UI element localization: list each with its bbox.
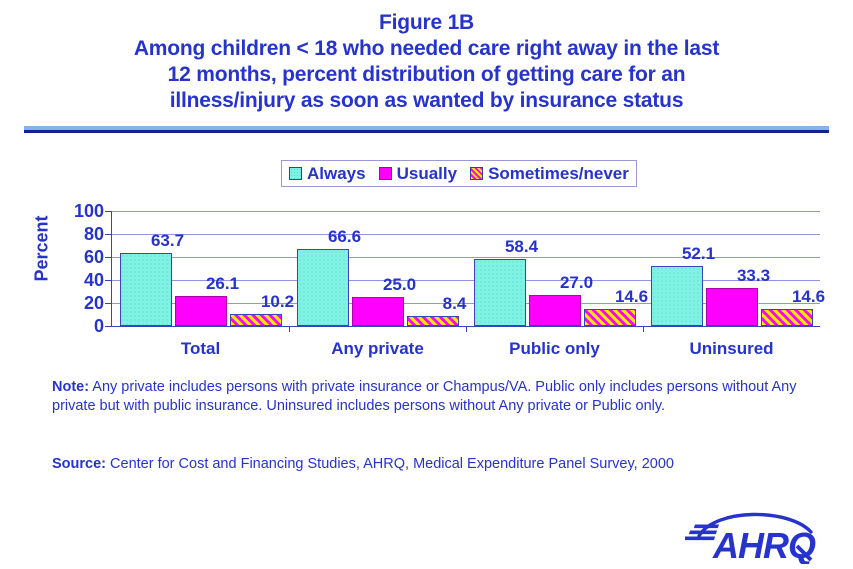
bar-total-usually: [174, 296, 227, 326]
x-axis-tick: [643, 326, 644, 332]
y-axis-tick-labels: 0 20 40 60 80 100: [52, 202, 104, 335]
usually-swatch-icon: [378, 167, 392, 180]
figure-title-line-3: 12 months, percent distribution of getti…: [167, 63, 686, 86]
x-axis-line: [111, 326, 820, 327]
divider-dark-band: [24, 130, 829, 133]
y-axis-tick: [105, 211, 112, 212]
note-body: Any private includes persons with privat…: [52, 379, 797, 414]
bar-value-label: 27.0: [559, 272, 594, 292]
note-text: Note: Any private includes persons with …: [52, 378, 812, 416]
plot-area: 63.7 26.1 10.2 66.6 25.0 8.4 58.4 27.0 14.6 52.1 3…: [105, 211, 825, 332]
bar-value-label: 52.1: [681, 244, 716, 264]
gridline: [112, 280, 820, 281]
bar-value-label: 10.2: [260, 292, 295, 312]
y-axis-tick-label: 0: [93, 316, 104, 336]
legend-label-usually: Usually: [396, 163, 458, 183]
bar-any-private-sometimes-never: [406, 316, 459, 326]
bar-value-label: 58.4: [504, 236, 539, 256]
bar-any-private-always: [296, 249, 349, 326]
chart-legend: Always Usually Sometimes/never: [281, 160, 637, 187]
y-axis-tick: [105, 280, 112, 281]
title-divider: [24, 126, 829, 133]
figure-title-line-2: Among children < 18 who needed care righ…: [133, 37, 720, 60]
bar-public-only-always: [473, 258, 526, 326]
bar-any-private-usually: [351, 297, 404, 326]
legend-label-sometimes-never: Sometimes/never: [488, 163, 629, 183]
bar-uninsured-always: [650, 266, 703, 326]
always-swatch-icon: [289, 167, 302, 180]
bar-public-only-sometimes-never: [583, 309, 636, 326]
x-axis-tick: [466, 326, 467, 332]
y-axis-tick-label: 60: [83, 247, 104, 267]
y-axis-tick-label: 40: [83, 270, 104, 290]
bar-value-label: 63.7: [150, 230, 185, 250]
note-label: Note:: [52, 379, 90, 395]
figure-title: Figure 1B Among children < 18 who needed…: [0, 10, 853, 114]
legend-item-always: Always: [289, 164, 366, 184]
y-axis-tick: [105, 303, 112, 304]
sometimes-never-swatch-icon: [470, 167, 484, 180]
bar-total-always: [119, 252, 172, 326]
x-axis-category-label: Any private: [331, 339, 424, 358]
svg-text:AHRQ: AHRQ: [712, 525, 816, 564]
bar-total-sometimes-never: [229, 314, 282, 326]
x-axis-tick: [289, 326, 290, 332]
bar-uninsured-sometimes-never: [760, 309, 813, 326]
bar-value-label: 25.0: [382, 275, 417, 295]
x-axis-category-label: Total: [180, 339, 221, 358]
y-axis-tick-label: 80: [83, 224, 104, 244]
source-text: Source: Center for Cost and Financing St…: [52, 455, 822, 474]
gridline: [112, 257, 820, 258]
ahrq-logo-icon: AHRQ: [683, 512, 817, 566]
figure-title-line-4: illness/injury as soon as wanted by insu…: [169, 89, 684, 112]
y-axis-tick: [105, 326, 112, 327]
y-axis-line: [111, 211, 112, 326]
legend-item-usually: Usually: [378, 163, 458, 184]
y-axis-tick: [105, 257, 112, 258]
bar-public-only-usually: [528, 294, 581, 326]
gridline: [112, 211, 820, 212]
y-axis-tick-label: 20: [83, 293, 104, 313]
bar-value-label: 14.6: [791, 287, 826, 307]
y-axis-tick: [105, 234, 112, 235]
bar-value-label: 8.4: [442, 294, 467, 314]
legend-item-sometimes-never: Sometimes/never: [470, 164, 629, 184]
bar-value-label: 66.6: [327, 227, 362, 247]
source-body: Center for Cost and Financing Studies, A…: [106, 456, 674, 472]
bar-value-label: 14.6: [614, 287, 649, 307]
bar-uninsured-usually: [705, 287, 758, 326]
source-label: Source:: [52, 456, 106, 472]
x-axis-category-label: Uninsured: [689, 339, 774, 358]
y-axis-tick-label: 100: [73, 201, 104, 221]
bar-value-label: 26.1: [205, 273, 240, 293]
figure-title-line-1: Figure 1B: [378, 11, 475, 34]
gridline: [112, 303, 820, 304]
bar-value-label: 33.3: [736, 265, 771, 285]
gridline: [112, 234, 820, 235]
y-axis-title: Percent: [31, 215, 52, 282]
x-axis-category-label: Public only: [509, 339, 600, 358]
ahrq-logo: AHRQ: [683, 506, 825, 566]
legend-label-always: Always: [307, 163, 366, 183]
